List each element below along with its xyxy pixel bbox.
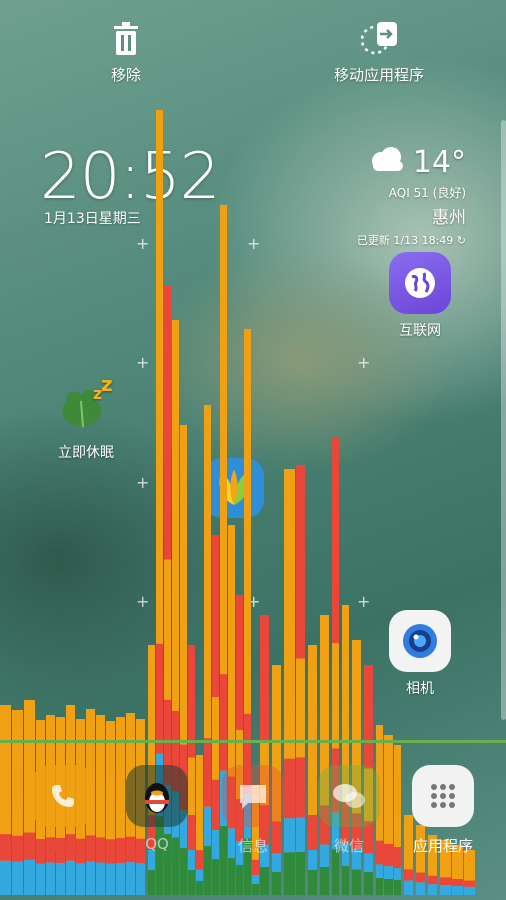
dock-all-apps[interactable]: 应用程序 <box>398 765 488 856</box>
dock-phone[interactable]: 电话 <box>18 765 108 856</box>
dock-wechat[interactable]: 微信 <box>304 765 394 856</box>
dock-label: QQ <box>145 835 169 853</box>
visualizer-bar <box>0 705 11 895</box>
app-grid-icon <box>412 765 474 827</box>
dock-label: 微信 <box>333 837 364 855</box>
phone-icon <box>32 765 94 827</box>
wechat-icon <box>318 765 380 827</box>
dock-label: 应用程序 <box>412 837 473 855</box>
dock-messages[interactable]: 信息 <box>208 765 298 856</box>
visualizer-bar <box>464 850 475 895</box>
dock-qq[interactable]: QQ <box>112 765 202 853</box>
dock-label: 电话 <box>47 837 78 855</box>
message-icon <box>222 765 284 827</box>
dock-label: 信息 <box>237 837 268 855</box>
dock-divider <box>0 740 506 743</box>
qq-penguin-icon <box>126 765 188 827</box>
